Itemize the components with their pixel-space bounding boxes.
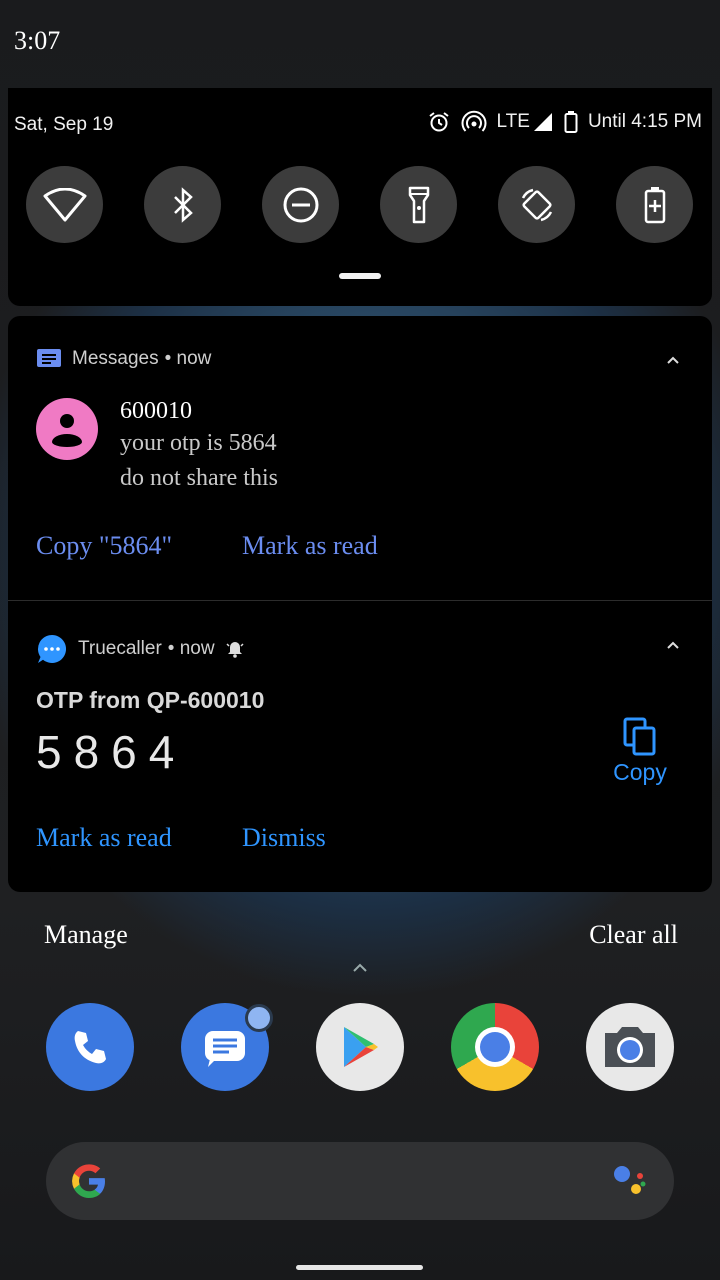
camera-icon <box>605 1027 655 1067</box>
copy-icon <box>623 717 656 756</box>
chrome-app[interactable] <box>451 1003 539 1091</box>
hotspot-icon <box>461 110 487 132</box>
notification-header: Truecaller • now <box>36 633 245 665</box>
app-name: Messages <box>72 348 159 369</box>
qs-status-icons: LTE Until 4:15 PM <box>427 110 702 134</box>
flashlight-icon <box>408 186 429 223</box>
bluetooth-icon <box>173 186 193 223</box>
alert-bell-icon <box>226 642 244 658</box>
network-type: LTE <box>496 111 530 132</box>
google-search-bar[interactable] <box>46 1142 674 1220</box>
battery-saver-icon <box>644 186 665 223</box>
app-drawer-chevron-icon[interactable] <box>352 962 368 974</box>
chrome-icon <box>475 1027 515 1067</box>
bluetooth-tile[interactable] <box>144 166 221 243</box>
message-line: your otp is 5864 <box>120 430 277 456</box>
play-store-app[interactable] <box>316 1003 404 1091</box>
gesture-nav-bar[interactable] <box>296 1265 423 1270</box>
truecaller-app-icon <box>37 635 67 663</box>
phone-app[interactable] <box>46 1003 134 1091</box>
otp-title: OTP from QP-600010 <box>36 687 265 713</box>
auto-rotate-tile[interactable] <box>498 166 575 243</box>
avatar <box>36 398 98 460</box>
copy-label: Copy <box>613 759 667 785</box>
phone-app-icon <box>74 1031 106 1064</box>
dock <box>46 1003 676 1091</box>
dnd-tile[interactable] <box>262 166 339 243</box>
app-name: Truecaller <box>78 638 162 659</box>
messages-notification[interactable]: Messages • now 600010 your otp is 5864 d… <box>8 316 712 600</box>
google-g-icon <box>72 1164 105 1198</box>
message-line: do not share this <box>120 465 278 491</box>
otp-code: 5864 <box>36 726 187 778</box>
chevron-up-icon[interactable] <box>666 638 680 652</box>
person-icon <box>52 414 82 447</box>
notification-dot <box>245 1004 273 1032</box>
messages-dock-icon <box>205 1031 245 1067</box>
copy-code-button[interactable]: Copy "5864" <box>36 531 172 561</box>
battery-text: Until 4:15 PM <box>587 111 702 132</box>
assistant-icon[interactable] <box>608 1160 650 1202</box>
status-time: 3:07 <box>14 26 61 55</box>
sender-name: 600010 <box>120 398 192 424</box>
wifi-tile[interactable] <box>26 166 103 243</box>
flashlight-tile[interactable] <box>380 166 457 243</box>
truecaller-notification[interactable]: Truecaller • now OTP from QP-600010 5864… <box>8 601 712 892</box>
wifi-icon <box>43 187 86 221</box>
battery-saver-tile[interactable] <box>616 166 693 243</box>
messages-app-icon <box>37 349 61 367</box>
camera-app[interactable] <box>586 1003 674 1091</box>
manage-button[interactable]: Manage <box>44 920 128 950</box>
mark-as-read-button[interactable]: Mark as read <box>242 531 378 561</box>
play-store-icon <box>344 1027 378 1067</box>
notification-time: • now <box>167 638 215 659</box>
copy-button[interactable]: Copy <box>610 717 670 786</box>
battery-icon <box>564 111 578 133</box>
alarm-icon <box>428 112 449 132</box>
quick-settings-panel: Sat, Sep 19 LTE Until 4:15 PM <box>8 88 712 306</box>
qs-date[interactable]: Sat, Sep 19 <box>14 114 113 136</box>
qs-tiles <box>26 166 693 243</box>
clear-all-button[interactable]: Clear all <box>589 920 678 950</box>
qs-drag-handle[interactable] <box>339 273 381 279</box>
auto-rotate-icon <box>521 188 552 221</box>
chevron-up-icon[interactable] <box>666 353 680 367</box>
notification-time: • now <box>164 348 212 369</box>
mark-as-read-button[interactable]: Mark as read <box>36 823 172 853</box>
notification-header: Messages • now <box>36 348 211 370</box>
do-not-disturb-icon <box>283 187 318 222</box>
dismiss-button[interactable]: Dismiss <box>242 823 326 853</box>
signal-icon <box>533 113 552 131</box>
